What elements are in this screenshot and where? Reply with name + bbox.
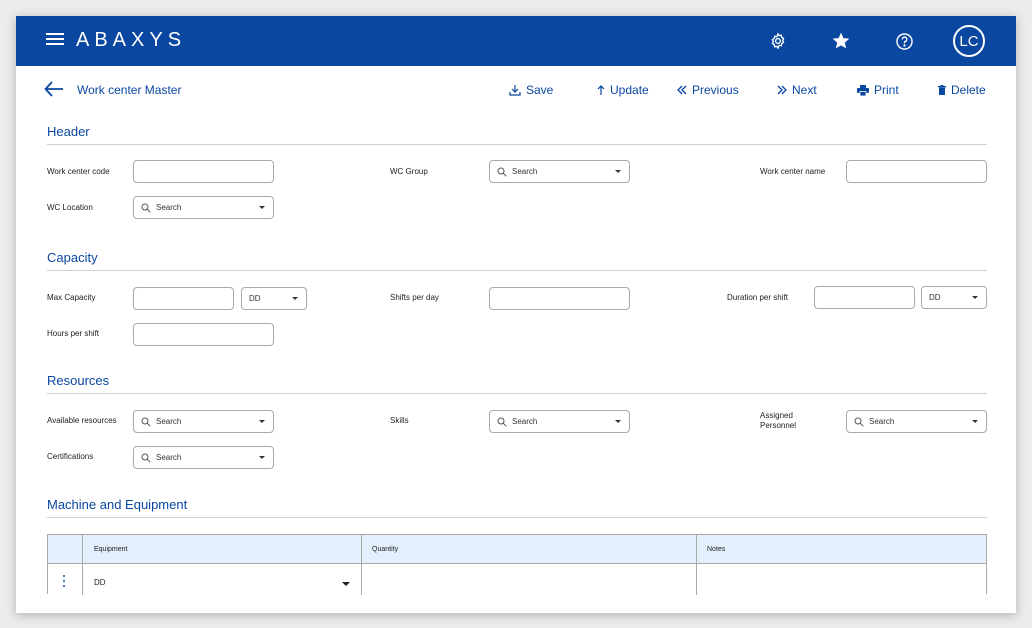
chevron-down-icon	[615, 170, 621, 173]
chevron-down-icon	[259, 420, 265, 423]
column-header-equipment: Equipment	[94, 546, 128, 553]
duration-per-shift-label: Duration per shift	[727, 293, 788, 302]
available-resources-label: Available resources	[47, 416, 117, 425]
star-icon[interactable]	[829, 29, 853, 53]
section-divider	[47, 393, 987, 394]
previous-label: Previous	[692, 83, 739, 97]
delete-button[interactable]: Delete	[938, 83, 986, 97]
chevron-down-icon[interactable]	[342, 582, 350, 586]
wc-group-label: WC Group	[390, 167, 428, 176]
wc-location-placeholder: Search	[156, 203, 182, 212]
hours-per-shift-input[interactable]	[133, 323, 274, 346]
work-center-code-label: Work center code	[47, 167, 110, 176]
duration-per-shift-input[interactable]	[814, 286, 915, 309]
search-icon	[497, 167, 507, 177]
chevron-down-icon	[292, 297, 298, 300]
arrow-up-icon	[597, 84, 605, 95]
settings-icon[interactable]	[766, 29, 790, 53]
chevron-down-icon	[972, 296, 978, 299]
max-capacity-unit-select[interactable]: DD	[241, 287, 307, 310]
max-capacity-unit-value: DD	[249, 294, 261, 303]
assigned-personnel-placeholder: Search	[869, 417, 895, 426]
top-bar: ABAXYS LC	[16, 16, 1016, 66]
double-chevron-left-icon	[677, 85, 687, 95]
duration-unit-value: DD	[929, 293, 941, 302]
print-label: Print	[874, 83, 899, 97]
assigned-personnel-label-line2: Personnel	[760, 421, 797, 430]
section-title-header: Header	[47, 124, 90, 139]
user-avatar[interactable]: LC	[953, 25, 985, 57]
next-label: Next	[792, 83, 817, 97]
section-divider	[47, 270, 987, 271]
search-icon	[497, 417, 507, 427]
delete-label: Delete	[951, 83, 986, 97]
next-button[interactable]: Next	[777, 83, 817, 97]
print-button[interactable]: Print	[857, 83, 899, 97]
save-button[interactable]: Save	[509, 83, 553, 97]
assigned-personnel-select[interactable]: Search	[846, 410, 987, 433]
save-label: Save	[526, 83, 554, 97]
work-center-name-label: Work center name	[760, 167, 826, 176]
download-icon	[509, 85, 521, 96]
assigned-personnel-label-line1: Assigned	[760, 411, 793, 420]
page-title: Work center Master	[77, 83, 182, 97]
max-capacity-label: Max Capacity	[47, 293, 96, 302]
back-arrow-icon[interactable]	[44, 80, 64, 98]
skills-placeholder: Search	[512, 417, 538, 426]
help-icon[interactable]	[892, 29, 916, 53]
certifications-select[interactable]: Search	[133, 446, 274, 469]
chevron-down-icon	[615, 420, 621, 423]
trash-icon	[938, 85, 946, 95]
work-center-name-input[interactable]	[846, 160, 987, 183]
chevron-down-icon	[259, 206, 265, 209]
notes-cell[interactable]	[697, 565, 986, 595]
previous-button[interactable]: Previous	[677, 83, 739, 97]
equipment-table: Equipment Quantity Notes DD	[47, 534, 987, 595]
column-divider	[82, 535, 83, 595]
search-icon	[141, 453, 151, 463]
wc-group-select[interactable]: Search	[489, 160, 630, 183]
section-title-capacity: Capacity	[47, 250, 98, 265]
work-center-code-input[interactable]	[133, 160, 274, 183]
search-icon	[141, 203, 151, 213]
update-button[interactable]: Update	[597, 83, 649, 97]
wc-location-label: WC Location	[47, 203, 93, 212]
hamburger-menu-icon[interactable]	[46, 33, 64, 47]
app-logo: ABAXYS	[76, 29, 187, 51]
skills-select[interactable]: Search	[489, 410, 630, 433]
chevron-down-icon	[259, 456, 265, 459]
double-chevron-right-icon	[777, 85, 787, 95]
search-icon	[141, 417, 151, 427]
available-resources-select[interactable]: Search	[133, 410, 274, 433]
section-title-resources: Resources	[47, 373, 110, 388]
wc-location-select[interactable]: Search	[133, 196, 274, 219]
max-capacity-input[interactable]	[133, 287, 234, 310]
shifts-per-day-label: Shifts per day	[390, 293, 439, 302]
update-label: Update	[610, 83, 649, 97]
shifts-per-day-input[interactable]	[489, 287, 630, 310]
quantity-cell[interactable]	[362, 565, 696, 595]
assigned-personnel-label: Assigned Personnel	[760, 411, 796, 431]
section-title-machine-equipment: Machine and Equipment	[47, 497, 188, 512]
section-divider	[47, 144, 987, 145]
certifications-label: Certifications	[47, 452, 94, 461]
wc-group-placeholder: Search	[512, 167, 538, 176]
search-icon	[854, 417, 864, 427]
equipment-cell[interactable]: DD	[94, 578, 106, 587]
column-header-notes: Notes	[707, 546, 726, 553]
duration-unit-select[interactable]: DD	[921, 286, 987, 309]
app-window: ABAXYS LC Work center Master Save Update…	[16, 16, 1016, 613]
certifications-placeholder: Search	[156, 453, 182, 462]
table-header: Equipment Quantity Notes	[48, 535, 986, 564]
hours-per-shift-label: Hours per shift	[47, 329, 100, 338]
printer-icon	[857, 84, 869, 96]
skills-label: Skills	[390, 416, 409, 425]
section-divider	[47, 517, 987, 518]
chevron-down-icon	[972, 420, 978, 423]
available-resources-placeholder: Search	[156, 417, 182, 426]
column-header-quantity: Quantity	[372, 546, 399, 553]
row-menu-icon[interactable]	[62, 575, 66, 589]
